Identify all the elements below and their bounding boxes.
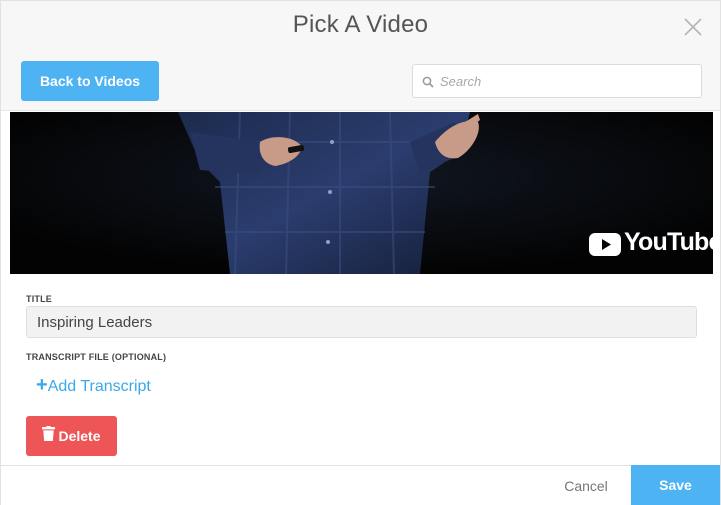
save-button[interactable]: Save [631, 465, 720, 505]
close-icon[interactable] [683, 17, 703, 37]
search-input[interactable] [440, 65, 695, 97]
trash-icon [42, 416, 56, 456]
transcript-label: TRANSCRIPT FILE (OPTIONAL) [26, 352, 167, 362]
add-transcript-link[interactable]: +Add Transcript [36, 374, 151, 397]
video-preview[interactable]: YouTube [10, 112, 713, 274]
delete-label: Delete [58, 428, 101, 444]
title-input[interactable] [26, 306, 697, 338]
add-transcript-label: Add Transcript [47, 378, 151, 395]
modal-title: Pick A Video [292, 11, 429, 38]
youtube-logo-text: YouTube [624, 228, 713, 256]
delete-button[interactable]: Delete [26, 416, 117, 456]
modal-footer: Cancel Save [1, 465, 720, 505]
back-to-videos-button[interactable]: Back to Videos [21, 61, 159, 101]
search-icon [422, 75, 434, 88]
pick-video-modal: Pick A Video Back to Videos Search YouTu… [0, 0, 721, 505]
title-label: TITLE [26, 294, 52, 304]
cancel-button[interactable]: Cancel [546, 466, 626, 505]
plus-icon: + [36, 374, 48, 396]
modal-header: Pick A Video Back to Videos [1, 1, 720, 111]
search-box[interactable] [412, 64, 702, 98]
